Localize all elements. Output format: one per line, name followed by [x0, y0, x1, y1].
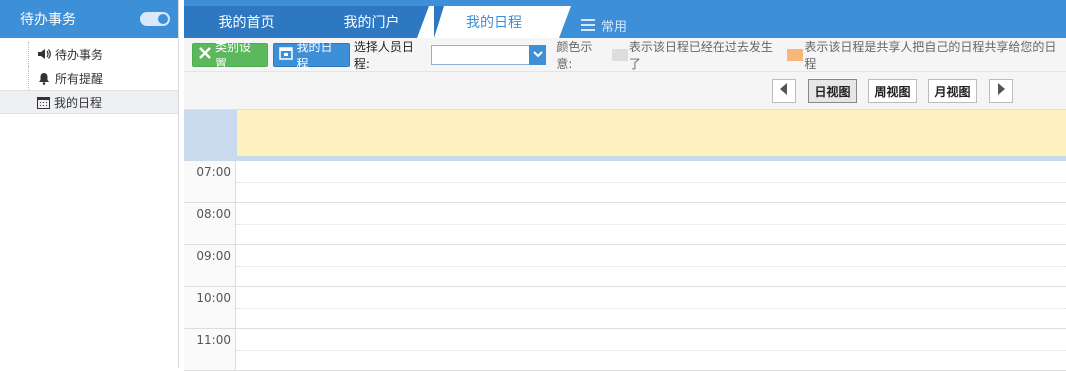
- all-day-gutter: [184, 110, 236, 156]
- hour-label: 08:00: [184, 203, 236, 244]
- view-bar: 日视图 周视图 月视图: [184, 72, 1066, 110]
- select-person-label: 选择人员日程:: [353, 39, 414, 71]
- legend-shared-text: 表示该日程是共享人把自己的日程共享给您的日程: [804, 39, 1057, 71]
- sidebar-item-label: 所有提醒: [55, 71, 104, 86]
- hour-row: 11:00: [184, 329, 1066, 371]
- tab-bar: 我的首页 我的门户 我的日程 常用: [184, 0, 1066, 38]
- category-settings-label: 类别设置: [215, 39, 252, 71]
- hour-label: 11:00: [184, 329, 236, 370]
- sidebar-item-my-schedule[interactable]: 我的日程: [0, 90, 178, 114]
- my-schedule-label: 我的日程: [296, 39, 333, 71]
- hour-cell[interactable]: [236, 161, 1066, 202]
- toolbar: 类别设置 我的日程 选择人员日程: 颜色示意: 表示该日程已经在过去发生了 表示…: [184, 38, 1066, 72]
- hour-row: 09:00: [184, 245, 1066, 287]
- hour-label: 07:00: [184, 161, 236, 202]
- hour-cell[interactable]: [236, 203, 1066, 244]
- tab-common-label: 常用: [601, 19, 628, 35]
- hour-cell[interactable]: [236, 287, 1066, 328]
- sidebar-item-label: 我的日程: [54, 95, 103, 110]
- menu-icon: [581, 19, 595, 31]
- past-color-swatch: [611, 48, 628, 61]
- tools-icon: [198, 46, 212, 63]
- bell-icon: [37, 71, 51, 85]
- chevron-down-icon[interactable]: [529, 44, 547, 65]
- hour-cell[interactable]: [236, 245, 1066, 286]
- day-view-button[interactable]: 日视图: [808, 79, 857, 103]
- my-schedule-button[interactable]: 我的日程: [273, 40, 350, 71]
- hour-cell[interactable]: [236, 329, 1066, 370]
- next-button[interactable]: [989, 79, 1013, 103]
- tab-common[interactable]: 常用: [581, 12, 627, 38]
- triangle-left-icon: [780, 83, 788, 99]
- tab-portal[interactable]: 我的门户: [309, 6, 444, 38]
- sidebar-toggle[interactable]: [140, 12, 170, 26]
- hour-row: 07:00: [184, 161, 1066, 203]
- calendar-icon: [279, 46, 294, 63]
- sidebar-item-label: 待办事务: [55, 47, 104, 62]
- triangle-right-icon: [997, 83, 1005, 99]
- hour-row: 08:00: [184, 203, 1066, 245]
- tab-schedule[interactable]: 我的日程: [417, 6, 571, 38]
- person-select[interactable]: [431, 44, 547, 65]
- shared-color-swatch: [787, 48, 804, 61]
- sidebar: 待办事务 待办事务 所有提醒 我的日程: [0, 0, 179, 368]
- day-calendar: 07:00 08:00 09:00 10:00 11:00: [184, 110, 1066, 371]
- week-view-button[interactable]: 周视图: [868, 79, 917, 103]
- all-day-row: [184, 110, 1066, 156]
- prev-button[interactable]: [772, 79, 796, 103]
- sidebar-header: 待办事务: [0, 0, 178, 38]
- all-day-cell[interactable]: [236, 110, 1066, 156]
- hour-grid: 07:00 08:00 09:00 10:00 11:00: [184, 161, 1066, 371]
- sidebar-title: 待办事务: [20, 12, 76, 28]
- hour-label: 10:00: [184, 287, 236, 328]
- hour-label: 09:00: [184, 245, 236, 286]
- color-legend-label: 颜色示意:: [556, 39, 593, 71]
- tab-home[interactable]: 我的首页: [184, 6, 319, 38]
- main-area: 我的首页 我的门户 我的日程 常用 类别设置 我的日程 选择人员日程: 颜色示意…: [184, 0, 1066, 371]
- legend-past-text: 表示该日程已经在过去发生了: [628, 39, 773, 71]
- speaker-icon: [37, 47, 51, 61]
- sidebar-item-todo[interactable]: 待办事务: [28, 42, 178, 66]
- sidebar-item-reminders[interactable]: 所有提醒: [28, 66, 178, 90]
- calendar-icon: [36, 95, 50, 109]
- sidebar-list: 待办事务 所有提醒 我的日程: [0, 38, 178, 114]
- hour-row: 10:00: [184, 287, 1066, 329]
- month-view-button[interactable]: 月视图: [928, 79, 977, 103]
- category-settings-button[interactable]: 类别设置: [192, 40, 269, 71]
